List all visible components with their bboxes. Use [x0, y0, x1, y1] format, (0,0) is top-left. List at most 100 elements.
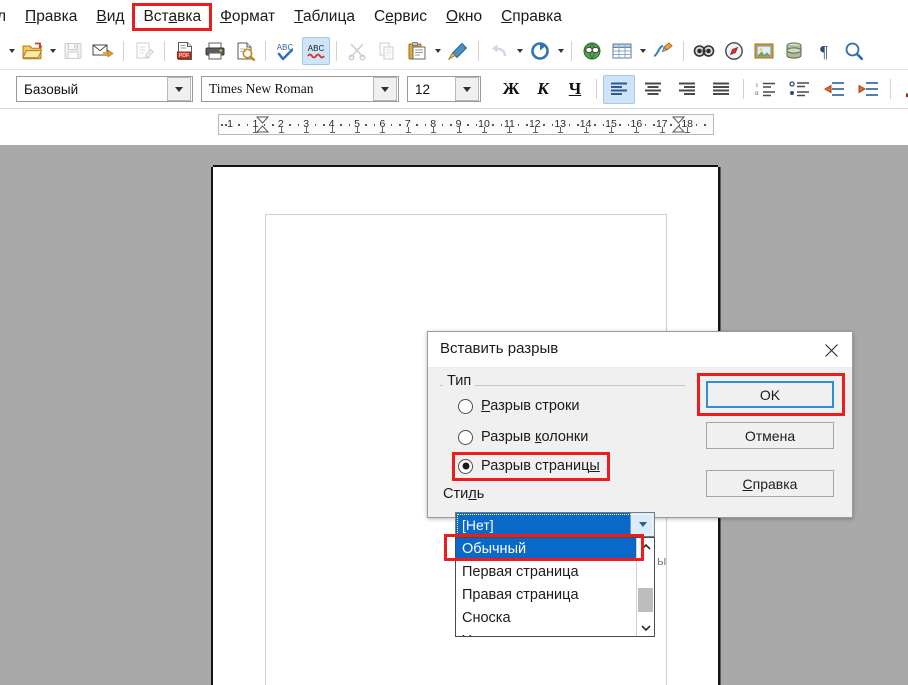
ruler-tab-stop[interactable] [509, 127, 510, 132]
find-replace-icon[interactable] [690, 37, 718, 65]
align-right-icon[interactable] [671, 75, 703, 104]
font-size-combo[interactable]: 12 [407, 76, 481, 102]
style-combo[interactable]: [Нет] [455, 512, 655, 537]
ruler-tab-stop[interactable] [459, 127, 460, 132]
open-folder-icon[interactable] [18, 37, 46, 65]
cut-icon[interactable] [343, 37, 371, 65]
help-button[interactable]: Справка [706, 470, 834, 497]
menu-item-insert[interactable]: Вставка [134, 5, 210, 29]
ruler-tab-stop[interactable] [382, 127, 383, 132]
ruler-tab-stop[interactable] [560, 127, 561, 132]
bold-button[interactable]: Ж [496, 75, 526, 103]
menu-item-label-view: ид [107, 8, 125, 25]
draw-functions-icon[interactable] [649, 37, 677, 65]
ordered-list-icon[interactable]: III [750, 75, 782, 103]
ruler-tab-stop[interactable] [281, 127, 282, 132]
align-left-icon[interactable] [603, 75, 635, 104]
menu-item-view[interactable]: Вид [87, 5, 133, 29]
navigator-icon[interactable] [720, 37, 748, 65]
open-dropdown-arrow[interactable] [47, 38, 58, 64]
menu-item-file[interactable]: л [0, 5, 15, 29]
ruler-tab-stop[interactable] [535, 127, 536, 132]
style-dropdown-scrollbar[interactable] [636, 538, 654, 636]
paste-dropdown-arrow[interactable] [432, 38, 443, 64]
font-name-combo[interactable]: Times New Roman [201, 76, 399, 102]
hyperlink-icon[interactable] [578, 37, 606, 65]
insert-table-icon[interactable] [608, 37, 636, 65]
style-option[interactable]: Первая страница [456, 561, 636, 584]
style-dropdown-list[interactable]: ОбычныйПервая страницаПравая страницаСно… [455, 537, 655, 637]
ruler-tab-stop[interactable] [306, 127, 307, 132]
increase-indent-icon[interactable] [852, 75, 884, 103]
font-size-dropdown-arrow[interactable] [455, 77, 479, 101]
ruler-tab-stop[interactable] [433, 127, 434, 132]
scrollbar-thumb[interactable] [638, 588, 653, 612]
ruler-tab-stop[interactable] [408, 127, 409, 132]
align-center-icon[interactable] [637, 75, 669, 104]
table-dropdown-arrow[interactable] [637, 38, 648, 64]
radio-column-break[interactable]: Разрыв колонки [458, 429, 588, 445]
paragraph-style-dropdown-arrow[interactable] [167, 77, 191, 101]
new-document-dropdown-arrow[interactable] [6, 38, 17, 64]
undo-dropdown-arrow[interactable] [514, 38, 525, 64]
style-combo-dropdown-arrow[interactable] [630, 513, 654, 536]
data-sources-icon[interactable] [780, 37, 808, 65]
paragraph-style-combo[interactable]: Базовый [16, 76, 193, 102]
ok-button[interactable]: OK [706, 381, 834, 408]
menu-item-help[interactable]: Справка [492, 5, 571, 29]
scroll-down-arrow-icon[interactable] [637, 619, 654, 636]
menu-item-tools[interactable]: Сервис [365, 5, 436, 29]
ruler-tab-stop[interactable] [687, 127, 688, 132]
right-indent-marker[interactable] [672, 116, 685, 133]
export-pdf-icon[interactable]: PDF [171, 37, 199, 65]
spellcheck-icon[interactable]: ABC [272, 37, 300, 65]
save-icon[interactable] [59, 37, 87, 65]
italic-button[interactable]: К [528, 75, 558, 103]
menu-item-table[interactable]: Таблица [285, 5, 364, 29]
underline-button[interactable]: Ч [560, 75, 590, 103]
send-email-icon[interactable] [89, 37, 117, 65]
ruler-tab-stop[interactable] [662, 127, 663, 132]
font-color-icon[interactable]: A [897, 75, 908, 103]
font-name-dropdown-arrow[interactable] [373, 77, 397, 101]
copy-icon[interactable] [373, 37, 401, 65]
paste-icon[interactable] [403, 37, 431, 65]
align-justify-icon[interactable] [705, 75, 737, 104]
ruler-dot [467, 124, 469, 126]
print-preview-icon[interactable] [231, 37, 259, 65]
formatting-marks-icon[interactable]: ¶ [810, 37, 838, 65]
clone-formatting-icon[interactable] [444, 37, 472, 65]
ruler-tab-stop[interactable] [636, 127, 637, 132]
cancel-button[interactable]: Отмена [706, 422, 834, 449]
decrease-indent-icon[interactable] [818, 75, 850, 103]
ruler-tab-stop[interactable] [586, 127, 587, 132]
unordered-list-icon[interactable] [784, 75, 816, 103]
redo-icon[interactable] [526, 37, 554, 65]
style-option[interactable]: Указатель [456, 630, 636, 636]
ruler-tab-stop[interactable] [357, 127, 358, 132]
menu-item-edit[interactable]: Правка [16, 5, 86, 29]
dialog-titlebar: Вставить разрыв [428, 332, 852, 368]
zoom-icon[interactable] [840, 37, 868, 65]
print-icon[interactable] [201, 37, 229, 65]
style-option[interactable]: Сноска [456, 607, 636, 630]
close-icon[interactable] [820, 340, 842, 360]
ruler-tab-stop[interactable] [484, 127, 485, 132]
scrollbar-track[interactable] [637, 555, 654, 619]
insert-image-icon[interactable] [750, 37, 778, 65]
autospellcheck-icon[interactable]: ABC [302, 37, 330, 65]
left-indent-marker[interactable] [256, 116, 269, 133]
menu-item-window[interactable]: Окно [437, 5, 491, 29]
undo-icon[interactable] [485, 37, 513, 65]
radio-line-break[interactable]: Разрыв строки [458, 398, 579, 414]
horizontal-ruler[interactable]: 1123456789101112131415161718 [218, 114, 714, 135]
style-option[interactable]: Обычный [456, 538, 636, 561]
scroll-up-arrow-icon[interactable] [637, 538, 654, 555]
style-option[interactable]: Правая страница [456, 584, 636, 607]
edit-document-icon[interactable] [130, 37, 158, 65]
ruler-tab-stop[interactable] [611, 127, 612, 132]
redo-dropdown-arrow[interactable] [555, 38, 566, 64]
ruler-tab-stop[interactable] [332, 127, 333, 132]
radio-page-break[interactable]: Разрыв страницы [458, 458, 600, 474]
menu-item-format[interactable]: Формат [211, 5, 284, 29]
